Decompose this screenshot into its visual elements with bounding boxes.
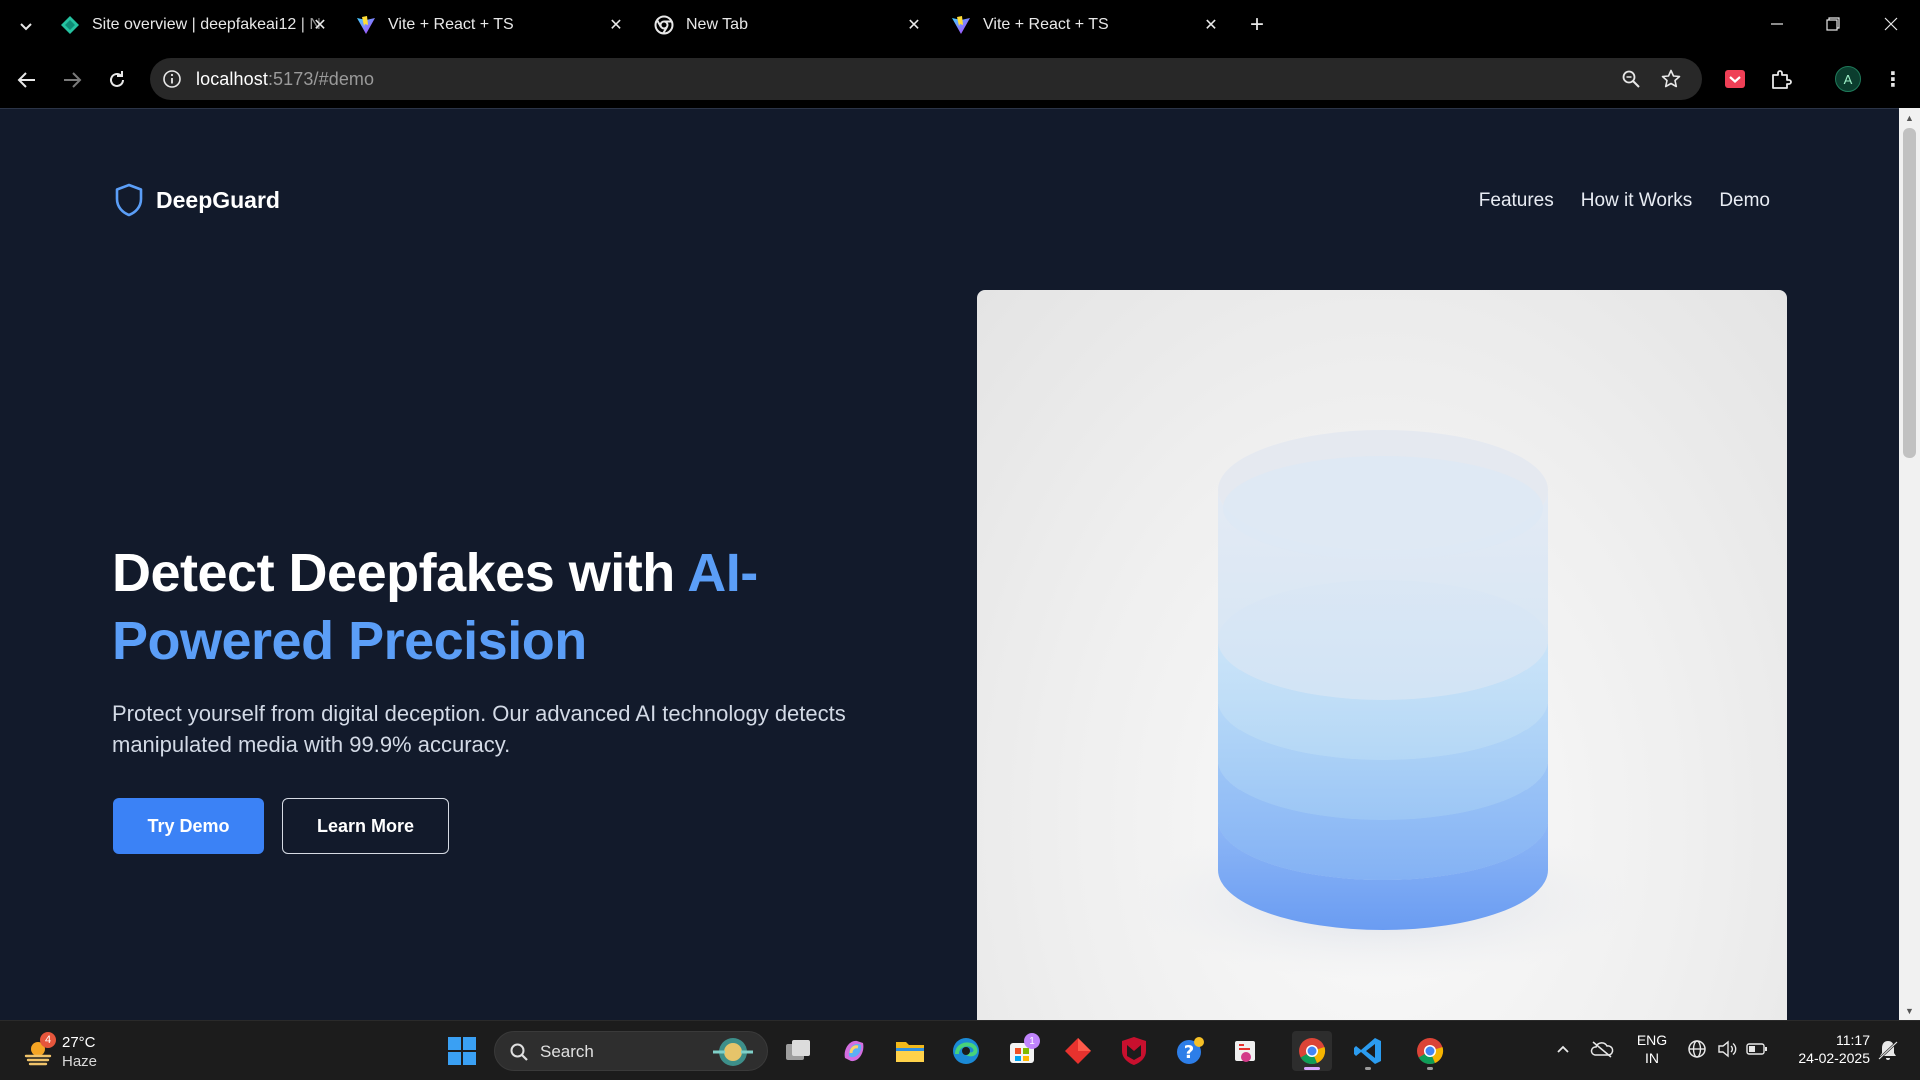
weather-badge: 4: [40, 1032, 56, 1048]
minimize-icon[interactable]: [1762, 12, 1792, 36]
red-diamond-app-icon[interactable]: [1058, 1031, 1098, 1071]
vscode-icon[interactable]: [1348, 1031, 1388, 1071]
system-clock[interactable]: 11:17 24-02-2025: [1780, 1031, 1870, 1067]
site-header: DeepGuard Features How it Works Demo: [0, 109, 1899, 269]
taskbar-search-box[interactable]: Search: [494, 1031, 768, 1071]
close-icon[interactable]: ✕: [904, 15, 924, 35]
vite-icon: [356, 15, 376, 35]
battery-icon[interactable]: [1746, 1038, 1768, 1060]
close-icon[interactable]: ✕: [1201, 15, 1221, 35]
try-demo-button[interactable]: Try Demo: [113, 798, 264, 854]
weather-condition: Haze: [62, 1053, 98, 1070]
tab-label: Vite + React + TS: [388, 16, 514, 33]
restore-icon[interactable]: [1818, 12, 1848, 36]
store-badge: 1: [1024, 1033, 1040, 1049]
svg-text:?: ?: [1184, 1042, 1194, 1063]
chrome-profile-icon[interactable]: [1410, 1031, 1450, 1071]
tab-strip: Site overview | deepfakeai12 | N ✕ Vite …: [0, 0, 1920, 50]
learn-more-button[interactable]: Learn More: [282, 798, 449, 854]
site-nav-links: Features How it Works Demo: [1479, 190, 1770, 212]
address-bar[interactable]: localhost:5173/#demo: [150, 58, 1702, 100]
weather-temp: 27°C: [62, 1034, 96, 1051]
tab-label: New Tab: [686, 16, 748, 33]
notifications-bell-icon[interactable]: [1876, 1038, 1900, 1062]
tab-vite-react-2[interactable]: Vite + React + TS ✕: [941, 8, 1227, 42]
weather-haze-icon: 4: [22, 1032, 56, 1068]
hero-title-main: Detect Deepfakes with: [112, 543, 688, 603]
onedrive-offline-icon[interactable]: [1590, 1038, 1614, 1060]
language-line1: ENG: [1636, 1032, 1668, 1048]
scroll-down-arrow-icon[interactable]: ▼: [1904, 1005, 1915, 1016]
tab-search-chevron-icon[interactable]: [14, 14, 38, 38]
chrome-taskbar-icon-active[interactable]: [1292, 1031, 1332, 1071]
running-indicator: [1427, 1067, 1433, 1070]
tab-vite-react-1[interactable]: Vite + React + TS ✕: [346, 8, 632, 42]
hero-title: Detect Deepfakes with AI-Powered Precisi…: [112, 539, 832, 675]
search-highlight-icon: [713, 1038, 753, 1066]
tab-label: Site overview | deepfakeai12 | N: [92, 16, 321, 33]
new-tab-plus-icon[interactable]: +: [1245, 11, 1269, 38]
forward-arrow-icon[interactable]: [58, 66, 86, 94]
page-viewport: DeepGuard Features How it Works Demo Det…: [0, 108, 1899, 1020]
search-icon: [510, 1043, 528, 1061]
page-scrollbar[interactable]: ▲ ▼: [1899, 108, 1920, 1020]
input-language-indicator[interactable]: ENG IN: [1632, 1031, 1672, 1067]
taskbar-search-label: Search: [540, 1042, 594, 1061]
tab-label: Vite + React + TS: [983, 16, 1109, 33]
nav-link-demo[interactable]: Demo: [1719, 190, 1770, 212]
brand-name: DeepGuard: [156, 186, 280, 213]
active-indicator: [1304, 1067, 1320, 1070]
weather-widget[interactable]: 4 27°C Haze: [22, 1032, 98, 1071]
nav-link-features[interactable]: Features: [1479, 190, 1554, 212]
edge-browser-icon[interactable]: [946, 1031, 986, 1071]
url-path: :5173/#demo: [267, 69, 375, 89]
scrollbar-thumb[interactable]: [1903, 128, 1916, 458]
netlify-icon: [60, 15, 80, 35]
running-indicator: [1365, 1067, 1371, 1070]
vite-icon: [951, 15, 971, 35]
back-arrow-icon[interactable]: [13, 66, 41, 94]
close-icon[interactable]: ✕: [606, 15, 626, 35]
site-info-icon[interactable]: [162, 69, 182, 89]
shield-icon: [115, 183, 143, 217]
reload-icon[interactable]: [103, 66, 131, 94]
hero-subtitle: Protect yourself from digital deception.…: [112, 701, 846, 757]
url-text[interactable]: localhost:5173/#demo: [196, 69, 374, 90]
mcafee-shield-icon[interactable]: [1114, 1031, 1154, 1071]
profile-avatar[interactable]: A: [1835, 66, 1861, 92]
tab-new-tab[interactable]: New Tab ✕: [644, 8, 930, 42]
nav-link-how-it-works[interactable]: How it Works: [1581, 190, 1693, 212]
volume-speaker-icon[interactable]: [1716, 1038, 1738, 1060]
network-globe-icon[interactable]: [1686, 1038, 1708, 1060]
tab-site-overview[interactable]: Site overview | deepfakeai12 | N ✕: [50, 8, 336, 42]
zoom-icon[interactable]: [1620, 68, 1642, 90]
hero-database-illustration: [977, 290, 1787, 1020]
url-host: localhost: [196, 69, 268, 89]
copilot-icon[interactable]: [834, 1031, 874, 1071]
brand-logo[interactable]: DeepGuard: [114, 183, 280, 217]
chrome-icon: [654, 15, 674, 35]
close-icon[interactable]: ✕: [310, 15, 330, 35]
language-line2: IN: [1645, 1050, 1659, 1066]
start-windows-icon[interactable]: [442, 1031, 482, 1071]
pocket-extension-icon[interactable]: [1722, 66, 1748, 92]
microsoft-store-icon[interactable]: 1: [1002, 1031, 1042, 1071]
clock-time: 11:17: [1836, 1032, 1870, 1048]
task-view-icon[interactable]: [778, 1031, 818, 1071]
file-explorer-icon[interactable]: [890, 1031, 930, 1071]
get-help-icon[interactable]: ?: [1170, 1031, 1210, 1071]
bookmark-star-icon[interactable]: [1660, 68, 1682, 90]
snipping-tool-icon[interactable]: [1226, 1031, 1266, 1071]
close-window-icon[interactable]: [1876, 12, 1906, 36]
menu-kebab-icon[interactable]: ⋮: [1882, 66, 1904, 92]
show-hidden-icons-chevron-icon[interactable]: [1552, 1038, 1574, 1060]
extensions-puzzle-icon[interactable]: [1768, 66, 1794, 92]
scroll-up-arrow-icon[interactable]: ▲: [1904, 112, 1915, 123]
clock-date: 24-02-2025: [1798, 1050, 1870, 1066]
